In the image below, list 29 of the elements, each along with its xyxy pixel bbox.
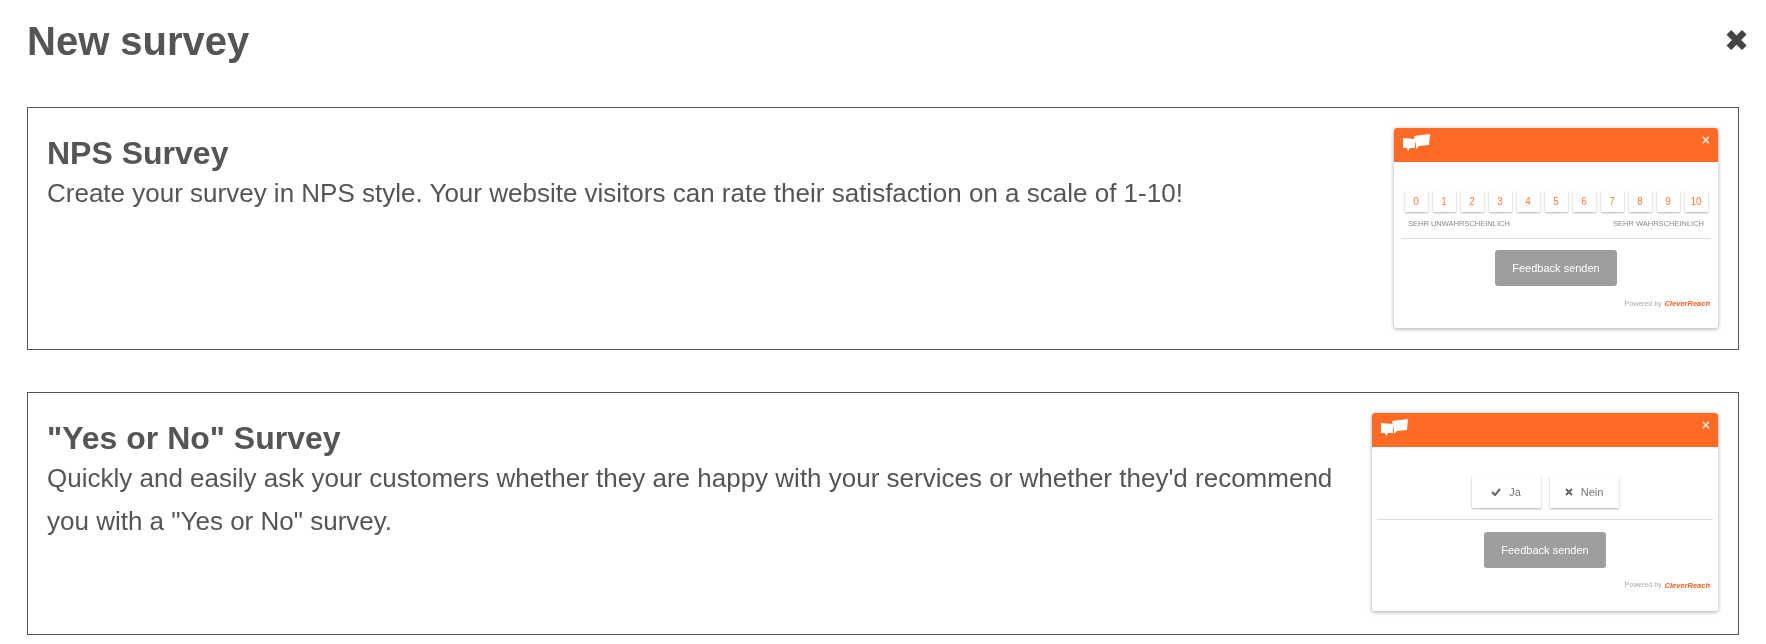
rating-button[interactable]: 0 — [1404, 191, 1428, 212]
rating-button[interactable]: 6 — [1572, 191, 1596, 212]
speech-bubbles-icon — [1402, 133, 1432, 153]
card-description: Quickly and easily ask your customers whether they are happy with your services or whether they'd recommend you with a "Yes or No" survey. — [47, 462, 1334, 538]
dialog-title: New survey — [27, 21, 250, 61]
check-icon — [1491, 488, 1502, 496]
close-button[interactable]: ✖ — [1724, 26, 1749, 56]
card-title: NPS Survey — [47, 134, 230, 172]
rating-button[interactable]: 10 — [1684, 191, 1708, 212]
rating-button[interactable]: 1 — [1432, 191, 1456, 212]
card-title: "Yes or No" Survey — [47, 419, 342, 457]
survey-card[interactable] — [27, 392, 1739, 635]
rating-button[interactable]: 2 — [1460, 191, 1484, 212]
rating-button[interactable]: 8 — [1628, 191, 1652, 212]
speech-bubbles-icon — [1380, 418, 1410, 438]
close-icon[interactable]: × — [1701, 133, 1710, 147]
rating-button[interactable]: 7 — [1600, 191, 1624, 212]
no-button[interactable]: Nein — [1549, 476, 1619, 508]
rating-button[interactable]: 5 — [1544, 191, 1568, 212]
rating-button[interactable]: 4 — [1516, 191, 1540, 212]
rating-button[interactable]: 3 — [1488, 191, 1512, 212]
submit-button[interactable]: Feedback senden — [1484, 532, 1606, 568]
close-icon[interactable]: × — [1701, 418, 1710, 432]
yes-button[interactable]: Ja — [1471, 476, 1541, 508]
x-icon — [1564, 488, 1573, 496]
card-description: Create your survey in NPS style. Your website visitors can rate their satisfaction on a scale of 1-10! — [47, 177, 1183, 210]
rating-button[interactable]: 9 — [1656, 191, 1680, 212]
submit-button[interactable]: Feedback senden — [1495, 250, 1617, 287]
survey-card[interactable] — [27, 107, 1739, 350]
